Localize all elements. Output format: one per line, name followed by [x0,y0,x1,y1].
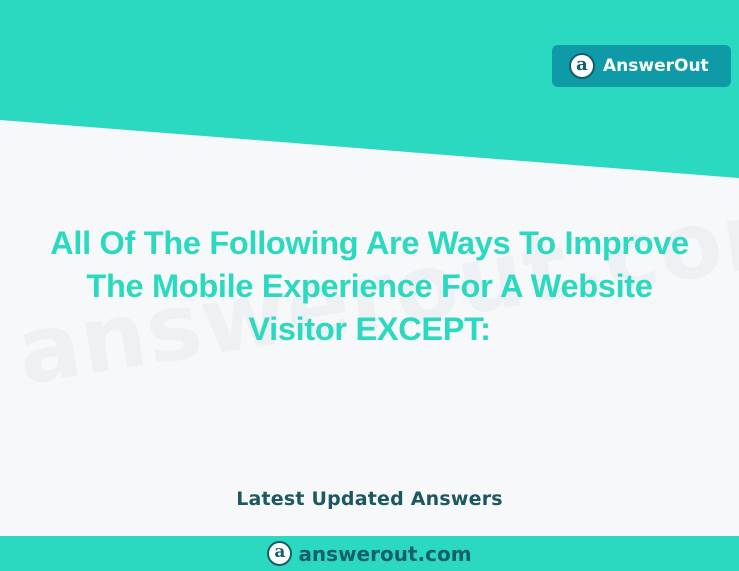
brand-name: AnswerOut [603,56,709,76]
question-title: All Of The Following Are Ways To Improve… [0,222,739,351]
footer-site-url[interactable]: answerout.com [298,542,471,566]
answerout-logo-icon: a [267,541,293,566]
question-title-line: The Mobile Experience For A Website [86,268,653,304]
answerout-logo-icon: a [569,53,595,79]
brand-badge[interactable]: a AnswerOut [552,45,731,87]
question-title-line: Visitor EXCEPT: [248,311,491,347]
question-title-line: All Of The Following Are Ways To Improve [50,225,689,261]
footer-bar: a answerout.com [0,536,739,571]
latest-answers-subtitle: Latest Updated Answers [236,488,503,510]
